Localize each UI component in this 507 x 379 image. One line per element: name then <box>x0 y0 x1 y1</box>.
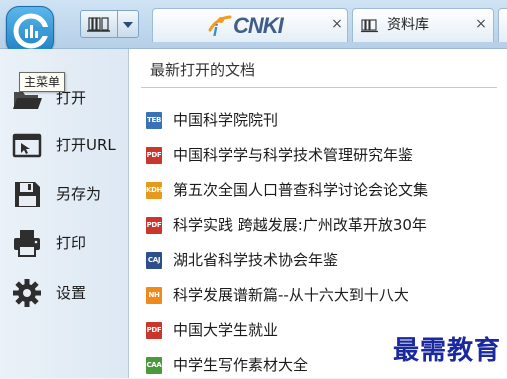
menu-item-save-as-label: 另存为 <box>56 185 102 203</box>
recent-document-name: 中国大学生就业 <box>173 321 279 339</box>
cnki-logo-prefix: i <box>213 21 219 38</box>
main-menu: 打开 打开URL 另存为 打印 设置 <box>0 49 129 378</box>
bookshelf-icon <box>361 19 378 33</box>
tab-cnki-label: CNKI <box>233 13 284 38</box>
top-toolbar: i CNKI × 资料库 × <box>0 0 507 54</box>
save-disk-icon <box>15 182 40 207</box>
cajviewer-logo-icon <box>13 13 50 49</box>
recent-document-item[interactable]: CAJ 湖北省科学技术协会年鉴 <box>129 246 507 274</box>
tab-library[interactable]: 资料库 × <box>352 8 494 42</box>
recent-document-name: 湖北省科学技术协会年鉴 <box>173 251 339 269</box>
recent-document-name: 中国科学院院刊 <box>173 111 279 129</box>
recent-documents-title: 最新打开的文档 <box>150 61 256 79</box>
divider <box>141 87 497 88</box>
recent-document-name: 中国科学学与科学技术管理研究年鉴 <box>173 146 414 164</box>
menu-item-open-url-label: 打开URL <box>56 136 116 154</box>
recent-documents-panel: 最新打开的文档 TEB 中国科学院院刊 PDF 中国科学学与科学技术管理研究年鉴 KDH… <box>129 49 507 378</box>
tab-cnki[interactable]: i CNKI × <box>152 8 348 42</box>
watermark: 最需教育 <box>392 336 501 366</box>
bookshelf-dropdown-button[interactable] <box>117 10 139 38</box>
printer-icon <box>14 230 40 257</box>
recent-document-item[interactable]: PDF 科学实践 跨越发展:广州改革开放30年 <box>129 211 507 239</box>
file-type-icon: NH <box>146 287 162 304</box>
file-type-icon: CAA <box>146 357 162 374</box>
menu-item-open-url[interactable]: 打开URL <box>0 124 127 166</box>
tab-overflow[interactable] <box>498 8 507 42</box>
file-type-icon: PDF <box>146 147 162 164</box>
file-type-icon: TEB <box>146 112 162 129</box>
bookshelf-icon <box>87 17 110 32</box>
recent-document-item[interactable]: TEB 中国科学院院刊 <box>129 106 507 134</box>
file-type-icon: CAJ <box>146 252 162 269</box>
menu-item-save-as[interactable]: 另存为 <box>0 173 127 215</box>
file-type-icon: PDF <box>146 217 162 234</box>
chevron-down-icon <box>123 22 133 28</box>
file-type-icon: PDF <box>146 322 162 339</box>
recent-document-name: 中学生写作素材大全 <box>173 356 309 374</box>
tab-library-label: 资料库 <box>387 17 429 33</box>
main-menu-button[interactable] <box>6 6 54 54</box>
open-url-icon <box>12 133 42 158</box>
recent-document-name: 科学实践 跨越发展:广州改革开放30年 <box>173 216 427 234</box>
menu-item-settings[interactable]: 设置 <box>0 272 127 314</box>
bookshelf-button[interactable] <box>80 10 118 38</box>
recent-document-name: 第五次全国人口普查科学讨论会论文集 <box>173 181 429 199</box>
recent-document-item[interactable]: PDF 中国科学学与科学技术管理研究年鉴 <box>129 141 507 169</box>
file-type-icon: KDH <box>146 182 163 199</box>
main-menu-tooltip: 主菜单 <box>19 72 66 92</box>
recent-document-item[interactable]: KDH 第五次全国人口普查科学讨论会论文集 <box>129 176 507 204</box>
gear-icon <box>13 279 41 307</box>
menu-item-settings-label: 设置 <box>56 284 87 302</box>
tab-cnki-close-icon[interactable]: × <box>329 16 345 32</box>
menu-item-print-label: 打印 <box>56 234 87 252</box>
recent-document-name: 科学发展谱新篇--从十六大到十八大 <box>173 286 409 304</box>
recent-document-item[interactable]: NH 科学发展谱新篇--从十六大到十八大 <box>129 281 507 309</box>
menu-item-print[interactable]: 打印 <box>0 222 127 264</box>
cnki-swoosh-icon: i <box>208 15 232 38</box>
tab-library-close-icon[interactable]: × <box>473 16 489 32</box>
